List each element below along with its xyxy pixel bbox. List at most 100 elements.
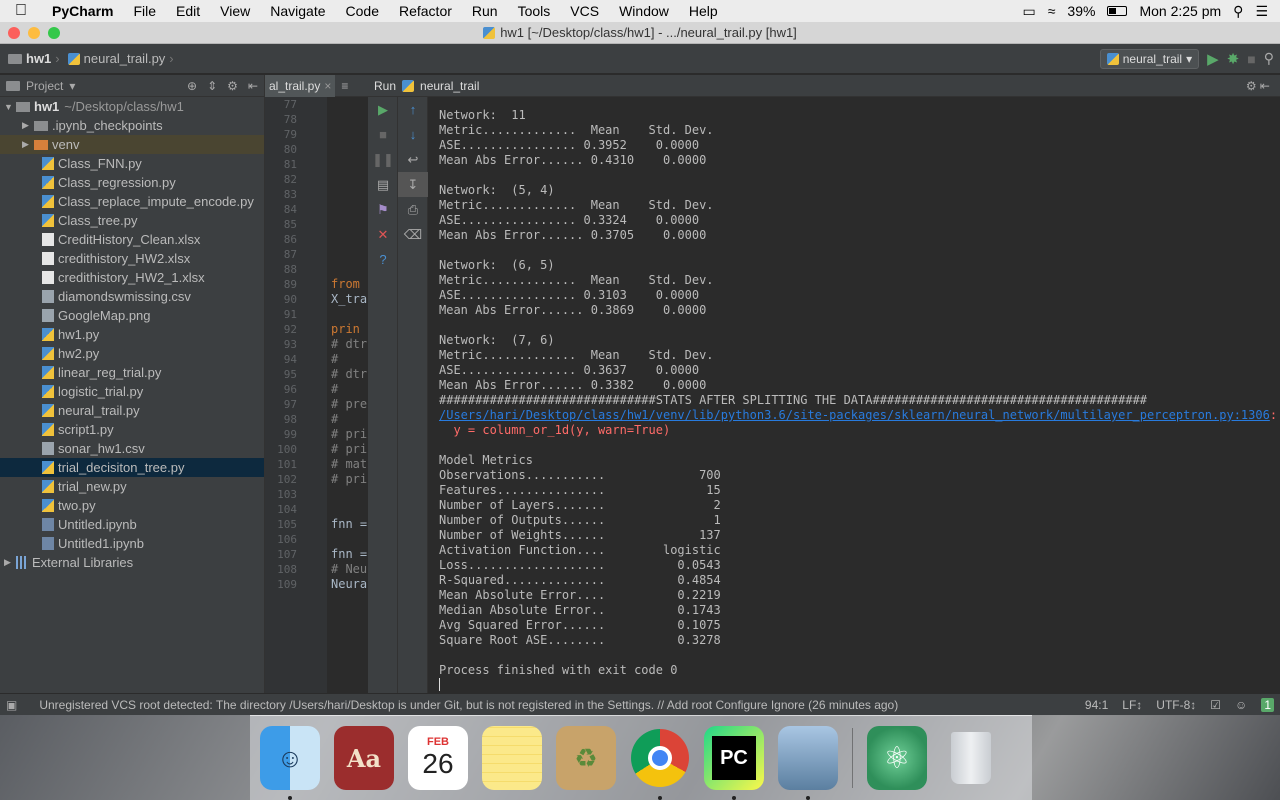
trash-icon[interactable] (941, 726, 1001, 790)
stop-icon[interactable]: ■ (368, 122, 398, 147)
finder-icon[interactable]: ☺ (260, 726, 320, 800)
tree-file[interactable]: credithistory_HW2.xlsx (0, 249, 264, 268)
layout-icon[interactable]: ▤ (368, 172, 398, 197)
tree-file[interactable]: linear_reg_trial.py (0, 363, 264, 382)
notification-center-icon[interactable]: ☰ (1255, 3, 1268, 20)
chevron-right-icon[interactable]: ▶ (4, 557, 16, 568)
print-icon[interactable]: ⎙ (398, 197, 428, 222)
tree-file[interactable]: sonar_hw1.csv (0, 439, 264, 458)
tree-file[interactable]: GoogleMap.png (0, 306, 264, 325)
tree-root[interactable]: ▼ hw1 ~/Desktop/class/hw1 (0, 97, 264, 116)
tree-folder[interactable]: ▶ .ipynb_checkpoints (0, 116, 264, 135)
stop-icon[interactable]: ■ (1247, 51, 1255, 67)
run-panel-config[interactable]: neural_trail (420, 79, 479, 93)
battery-icon[interactable] (1107, 6, 1128, 16)
toggle-tool-windows-icon[interactable]: ▣ (6, 698, 17, 712)
zoom-window-button[interactable] (48, 27, 60, 39)
breadcrumb-file[interactable]: neural_trail.py › (67, 51, 174, 66)
wifi-icon[interactable]: ≈ (1048, 3, 1056, 19)
arrow-down-icon[interactable]: ↓ (398, 122, 428, 147)
run-console-output[interactable]: Network: 11 Metric............. Mean Std.… (428, 97, 1280, 693)
spotlight-icon[interactable]: ⚲ (1233, 3, 1243, 20)
collapse-icon[interactable]: ⇕ (207, 79, 217, 93)
menu-item-edit[interactable]: Edit (166, 3, 210, 19)
tree-file[interactable]: Class_FNN.py (0, 154, 264, 173)
tree-file[interactable]: Class_regression.py (0, 173, 264, 192)
editor-tab-active[interactable]: al_trail.py × (265, 75, 336, 97)
pin-icon[interactable]: ⚑ (368, 197, 398, 222)
tree-file[interactable]: hw1.py (0, 325, 264, 344)
help-icon[interactable]: ? (368, 247, 398, 272)
console-input-line[interactable] (439, 678, 1280, 693)
notification-icon[interactable]: ▭ (1023, 3, 1036, 20)
chevron-down-icon[interactable]: ▼ (4, 102, 16, 112)
atom-icon[interactable]: ⚛ (867, 726, 927, 790)
hide-icon[interactable]: ⇤ (248, 79, 258, 93)
menu-item-help[interactable]: Help (679, 3, 728, 19)
tree-file[interactable]: neural_trail.py (0, 401, 264, 420)
menu-item-navigate[interactable]: Navigate (260, 3, 335, 19)
tree-file[interactable]: trial_decisiton_tree.py (0, 458, 264, 477)
close-icon[interactable]: ✕ (368, 222, 398, 247)
recycle-app-icon[interactable]: ♻ (556, 726, 616, 790)
chevron-right-icon[interactable]: ▶ (22, 139, 34, 150)
close-window-button[interactable] (8, 27, 20, 39)
console-file-link[interactable]: /Users/hari/Desktop/class/hw1/venv/lib/p… (439, 408, 1270, 422)
tree-file[interactable]: hw2.py (0, 344, 264, 363)
file-encoding[interactable]: UTF-8↕ (1156, 698, 1196, 712)
apple-icon[interactable]:  (0, 2, 42, 20)
tree-file[interactable]: CreditHistory_Clean.xlsx (0, 230, 264, 249)
code-area[interactable]: from X_tra prin # dtr # # dtr # # pre # # pri # pr… (331, 97, 368, 592)
event-log-icon[interactable]: 1 (1261, 697, 1274, 712)
tree-file[interactable]: Class_replace_impute_encode.py (0, 192, 264, 211)
scroll-to-end-icon[interactable]: ↧ (398, 172, 428, 197)
gear-icon[interactable]: ⚙ (227, 79, 238, 93)
arrow-up-icon[interactable]: ↑ (398, 97, 428, 122)
debug-icon[interactable]: ✸ (1227, 50, 1240, 68)
menu-item-file[interactable]: File (123, 3, 166, 19)
chevron-down-icon[interactable]: ▾ (69, 79, 75, 93)
menu-item-code[interactable]: Code (336, 3, 389, 19)
menu-item-view[interactable]: View (210, 3, 260, 19)
menu-item-refactor[interactable]: Refactor (389, 3, 462, 19)
pycharm-icon[interactable]: PC (704, 726, 764, 800)
tree-file[interactable]: logistic_trial.py (0, 382, 264, 401)
tree-file[interactable]: trial_new.py (0, 477, 264, 496)
lock-icon[interactable]: ☑ (1210, 698, 1221, 712)
tree-folder[interactable]: ▶ venv (0, 135, 264, 154)
preview-icon[interactable] (778, 726, 838, 800)
tree-file[interactable]: credithistory_HW2_1.xlsx (0, 268, 264, 287)
close-icon[interactable]: × (324, 79, 331, 93)
menu-item-vcs[interactable]: VCS (560, 3, 609, 19)
clock[interactable]: Mon 2:25 pm (1139, 3, 1221, 19)
tree-external-libraries[interactable]: ▶ External Libraries (0, 553, 264, 572)
status-message[interactable]: Unregistered VCS root detected: The dire… (39, 698, 898, 712)
menu-item-tools[interactable]: Tools (508, 3, 561, 19)
pause-icon[interactable]: ❚❚ (368, 147, 398, 172)
rerun-icon[interactable]: ▶ (368, 97, 398, 122)
run-configuration-select[interactable]: neural_trail ▾ (1099, 48, 1200, 69)
inspector-icon[interactable]: ☺ (1235, 698, 1247, 712)
menu-item-window[interactable]: Window (609, 3, 679, 19)
search-icon[interactable]: ⚲ (1264, 50, 1274, 67)
tree-file[interactable]: two.py (0, 496, 264, 515)
gear-icon[interactable]: ⚙ ⇤ (1246, 79, 1280, 93)
chrome-icon[interactable] (630, 726, 690, 800)
project-view-label[interactable]: Project (26, 79, 63, 93)
tree-file[interactable]: Untitled1.ipynb (0, 534, 264, 553)
minimize-window-button[interactable] (28, 27, 40, 39)
soft-wrap-icon[interactable]: ↩ (398, 147, 428, 172)
trash-icon[interactable]: ⌫ (398, 222, 428, 247)
notes-icon[interactable] (482, 726, 542, 790)
calendar-icon[interactable]: FEB 26 (408, 726, 468, 790)
tree-file[interactable]: Class_tree.py (0, 211, 264, 230)
tree-file[interactable]: diamondswmissing.csv (0, 287, 264, 306)
caret-position[interactable]: 94:1 (1085, 698, 1108, 712)
tab-list-icon[interactable]: ≡ (335, 79, 348, 93)
breadcrumb-project[interactable]: hw1 › (8, 51, 60, 66)
menu-item-run[interactable]: Run (462, 3, 508, 19)
tree-file[interactable]: script1.py (0, 420, 264, 439)
menu-item-pycharm[interactable]: PyCharm (42, 3, 123, 19)
chevron-right-icon[interactable]: ▶ (22, 120, 34, 131)
tree-file[interactable]: Untitled.ipynb (0, 515, 264, 534)
